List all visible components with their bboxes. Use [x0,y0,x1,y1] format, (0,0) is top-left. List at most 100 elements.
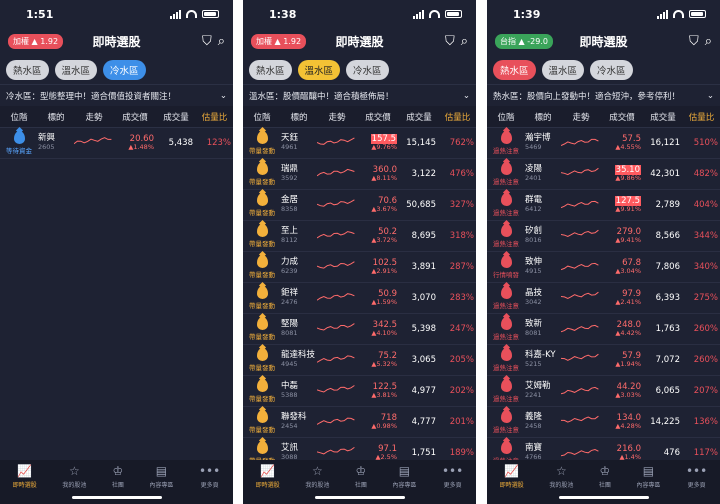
wifi-icon [186,10,197,18]
table-row[interactable]: 過熱注意 義隆 2458 134.0 ▲4.28% 14,225 136% [487,407,720,438]
index-badge[interactable]: 加權 ▲ 1.92 [251,33,307,49]
table-row[interactable]: 帶量發動 天鈺 4961 157.5 ▲9.76% 15,145 762% [243,128,476,159]
level-label: 帶量發動 [249,240,275,248]
home-indicator[interactable] [71,496,162,499]
nav-label: 即時選股 [499,482,524,489]
filter-icon[interactable]: ⛉ [202,34,212,49]
drop-icon [256,348,268,361]
table-row[interactable]: 過熱注意 瀚宇博 5469 57.5 ▲4.55% 16,121 510% [487,128,720,159]
level-cell: 帶量發動 [243,131,281,155]
home-indicator[interactable] [314,496,405,499]
table-row[interactable]: 過熱注意 致新 8081 248.0 ▲4.42% 1,763 260% [487,314,720,345]
nav-item[interactable]: 📈 即時選股 [500,464,524,504]
filter-icon[interactable]: ⛉ [689,34,699,49]
column-header[interactable]: 成交價 [601,111,643,123]
column-header[interactable]: 標的 [38,111,74,123]
zone-tab[interactable]: 熱水區 [6,60,49,80]
level-label: 過熱注意 [493,209,519,217]
level-cell: 過熱注意 [487,131,525,155]
table-row[interactable]: 帶量發動 金居 8358 70.6 ▲3.67% 50,685 327% [243,190,476,221]
table-row[interactable]: 帶量發動 龍達科技 4945 75.2 ▲5.32% 3,065 205% [243,345,476,376]
ratio-value: 318% [449,231,474,241]
nav-item[interactable]: 📈 即時選股 [256,464,280,504]
star-icon: ☆ [68,464,80,478]
column-header[interactable]: 成交價 [114,111,156,123]
crown-icon: ♔ [112,464,124,478]
column-header[interactable]: 成交量 [156,111,196,123]
zone-tab[interactable]: 溫水區 [54,60,98,80]
price-change: ▲9.41% [615,236,641,245]
column-header[interactable]: 成交量 [399,111,439,123]
table-row[interactable]: 過熱注意 凌陽 2401 35.10 ▲9.86% 42,301 482% [487,159,720,190]
stock-code: 8081 [281,329,298,338]
zone-tab[interactable]: 溫水區 [541,60,585,80]
zone-tab[interactable]: 溫水區 [297,60,341,80]
table-row[interactable]: 過熱注意 科嘉-KY 5215 57.9 ▲1.94% 7,072 260% [487,345,720,376]
zone-banner[interactable]: 溫水區：股價醞釀中！適合積極佈局！ ⌄ [243,84,476,106]
column-header[interactable]: 成交價 [357,111,399,123]
index-badge[interactable]: 台指 ▲ -29.0 [495,33,553,49]
zone-tab[interactable]: 熱水區 [249,60,292,80]
column-header[interactable]: 位階 [243,111,281,123]
search-icon[interactable]: ⌕ [218,34,225,49]
table-row[interactable]: 過熱注意 晶技 3042 97.9 ▲2.41% 6,393 275% [487,283,720,314]
stock-cell: 晶技 3042 [525,289,561,307]
zone-tabs: 熱水區 溫水區 冷水區 [487,56,720,84]
column-header[interactable]: 走勢 [74,111,114,123]
column-header[interactable]: 估量比 [196,111,233,123]
column-header[interactable]: 位階 [0,111,38,123]
drop-icon [500,317,512,330]
ratio-value: 247% [449,324,474,334]
search-icon[interactable]: ⌕ [461,34,468,49]
level-label: 帶量發動 [249,426,275,434]
price-change: ▲1.48% [128,143,154,152]
table-row[interactable]: 帶量發動 至上 8112 50.2 ▲3.72% 8,695 318% [243,221,476,252]
level-cell: 過熱注意 [487,162,525,186]
nav-item[interactable]: ••• 更多頁 [686,464,707,504]
column-header[interactable]: 位階 [487,111,525,123]
chevron-down-icon[interactable]: ⌄ [220,91,227,101]
table-row[interactable]: 帶量發動 聯發科 2454 718 ▲0.98% 4,777 201% [243,407,476,438]
table-row[interactable]: 行情噴發 致伸 4915 67.8 ▲3.04% 7,806 340% [487,252,720,283]
table-row[interactable]: 帶量發動 瑞鼎 3592 360.0 ▲8.11% 3,122 476% [243,159,476,190]
level-cell: 帶量發動 [243,193,281,217]
index-badge[interactable]: 加權 ▲ 1.92 [8,33,64,49]
table-row[interactable]: 帶量發動 鉅祥 2476 50.9 ▲1.59% 3,070 283% [243,283,476,314]
nav-item[interactable]: ••• 更多頁 [442,464,463,504]
price-cell: 248.0 ▲4.42% [601,320,643,338]
column-header[interactable]: 估量比 [683,111,720,123]
zone-tab[interactable]: 冷水區 [346,60,389,80]
chevron-down-icon[interactable]: ⌄ [463,91,470,101]
zone-tab[interactable]: 冷水區 [103,60,146,80]
status-bar: 1:38 [243,0,476,28]
drop-icon [500,410,512,423]
document-icon: ▤ [398,464,411,478]
home-indicator[interactable] [558,496,649,499]
column-header[interactable]: 標的 [281,111,317,123]
table-row[interactable]: 帶量發動 力成 6239 102.5 ▲2.91% 3,891 287% [243,252,476,283]
signal-icon [413,9,424,19]
table-row[interactable]: 帶量發動 中磊 5388 122.5 ▲3.81% 4,977 202% [243,376,476,407]
chevron-down-icon[interactable]: ⌄ [707,91,714,101]
column-header[interactable]: 成交量 [643,111,683,123]
nav-item[interactable]: 📈 即時選股 [13,464,37,504]
nav-item[interactable]: ••• 更多頁 [199,464,220,504]
column-header[interactable]: 估量比 [439,111,476,123]
volume-value: 5,438 [168,138,193,148]
table-row[interactable]: 等待資金 新興 2605 20.60 ▲1.48% 5,438 123% [0,128,233,159]
zone-tab[interactable]: 熱水區 [493,60,536,80]
column-header[interactable]: 標的 [525,111,561,123]
more-icon: ••• [441,464,464,478]
zone-banner[interactable]: 冷水區：型態整理中！適合價值投資者關注！ ⌄ [0,84,233,106]
column-header[interactable]: 走勢 [317,111,357,123]
table-row[interactable]: 過熱注意 群電 6412 127.5 ▲9.91% 2,789 404% [487,190,720,221]
table-row[interactable]: 過熱注意 艾姆勒 2241 44.20 ▲3.03% 6,065 207% [487,376,720,407]
zone-banner[interactable]: 熱水區：股價向上發動中！適合短沖，參考停利！ ⌄ [487,84,720,106]
search-icon[interactable]: ⌕ [705,34,712,49]
zone-tab[interactable]: 冷水區 [590,60,633,80]
filter-icon[interactable]: ⛉ [445,34,455,49]
table-row[interactable]: 帶量發動 堅陽 8081 342.5 ▲4.10% 5,398 247% [243,314,476,345]
stock-code: 4961 [281,143,298,152]
table-row[interactable]: 過熱注意 矽創 8016 279.0 ▲9.41% 8,566 344% [487,221,720,252]
column-header[interactable]: 走勢 [561,111,601,123]
